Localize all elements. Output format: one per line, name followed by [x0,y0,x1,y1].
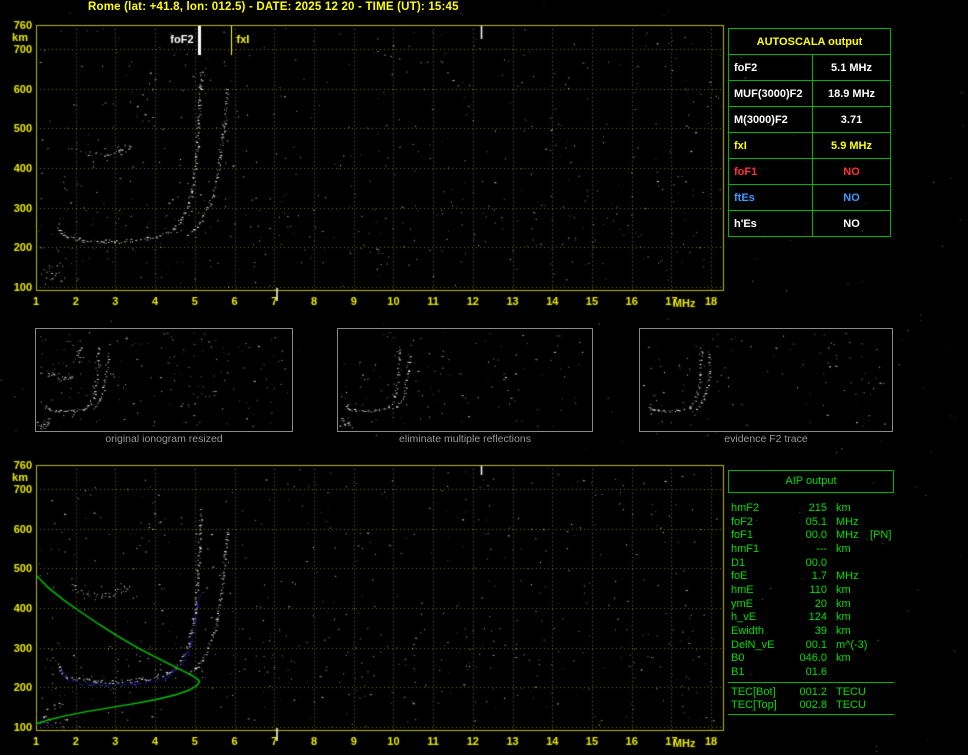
table-row: M(3000)F2 3.71 [728,106,891,133]
aip-row: foF1 00.0 MHz [PN] [731,528,894,542]
aip-tec-section: TEC[Bot] 001.2 TECU TEC[Top] 002.8 TECU [728,681,894,716]
aip-unit: km [836,611,851,624]
thumbnail-caption: eliminate multiple reflections [399,433,531,445]
param-label: ftEs [728,184,813,211]
aip-rows: hmF2 215 km foF2 05.1 MHz foF1 00.0 MHz [PN] hm… [728,501,894,679]
aip-label: B1 [731,666,745,679]
param-label: foF1 [728,158,813,185]
aip-value: 05.1 [805,515,827,528]
bottom-ionogram-chart [0,458,726,755]
aip-unit: km [836,542,851,555]
param-value: 5.1 MHz [812,54,891,81]
aip-row: B1 01.6 [731,665,894,679]
aip-unit: km [836,583,851,596]
param-label: h'Es [728,210,813,237]
aip-label: foE [731,570,748,583]
aip-unit: MHz [836,515,859,528]
aip-label: hmE [731,583,754,596]
aip-note: [PN] [870,529,892,542]
aip-unit: km [836,597,851,610]
aip-unit: m^(-3) [836,638,868,651]
aip-label: h_vE [731,611,757,624]
aip-row: DelN_vE 00.1 m^(-3) [731,638,894,652]
aip-label: TEC[Top] [731,699,777,712]
aip-value: 39 [814,625,827,638]
aip-label: foF1 [731,529,754,542]
top-ionogram-chart [0,18,726,318]
aip-row: h_vE 124 km [731,611,894,625]
aip-value: 00.0 [805,556,827,569]
table-header-row: AUTOSCALA output [728,28,891,55]
aip-label: B0 [731,652,745,665]
autoscala-table-title: AUTOSCALA output [728,28,891,55]
thumbnail-eliminate-reflections [337,328,593,432]
aip-value: 110 [809,583,827,596]
aip-panel-title: AIP output [728,470,894,493]
aip-value: 002.8 [799,699,827,712]
thumbnail-original-ionogram [35,328,293,432]
thumbnail-caption: evidence F2 trace [724,433,808,445]
aip-label: D1 [731,556,746,569]
param-value: 3.71 [812,106,891,133]
aip-value: 001.2 [799,685,827,698]
thumbnail-evidence-f2-trace [639,328,893,432]
aip-unit: TECU [836,685,866,698]
aip-row: foE 1.7 MHz [731,569,894,583]
param-value: 18.9 MHz [812,80,891,107]
aip-label: foF2 [731,515,754,528]
aip-output-panel: AIP output hmF2 215 km foF2 05.1 MHz foF1 00.… [728,470,894,716]
param-value: NO [812,184,891,211]
aip-unit: km [836,625,851,638]
aip-row: hmF2 215 km [731,501,894,515]
param-value: NO [812,158,891,185]
aip-value: 00.0 [805,529,827,542]
table-row: foF2 5.1 MHz [728,54,891,81]
aip-value: 215 [808,501,827,514]
aip-row: ymE 20 km [731,597,894,611]
aip-unit: TECU [836,699,866,712]
aip-unit: MHz [836,570,859,583]
aip-value: 01.6 [805,666,827,679]
aip-row: D1 00.0 [731,556,894,570]
aip-value: 046.0 [799,652,827,665]
param-value: 5.9 MHz [812,132,891,159]
table-row: fxI 5.9 MHz [728,132,891,159]
aip-row: foF2 05.1 MHz [731,515,894,529]
table-row: foF1 NO [728,158,891,185]
param-label: MUF(3000)F2 [728,80,813,107]
aip-value: 20 [814,597,827,610]
aip-value: 00.1 [805,638,827,651]
param-label: foF2 [728,54,813,81]
aip-tec-row: TEC[Bot] 001.2 TECU [731,685,894,699]
aip-label: TEC[Bot] [731,685,776,698]
aip-label: Ewidth [731,625,765,638]
aip-value: --- [816,542,827,555]
param-label: M(3000)F2 [728,106,813,133]
aip-label: hmF1 [731,542,760,555]
aip-row: hmF1 --- km [731,542,894,556]
table-row: h'Es NO [728,210,891,237]
aip-row: B0 046.0 km [731,652,894,666]
param-label: fxI [728,132,813,159]
aip-value: 1.7 [811,570,827,583]
aip-unit: MHz [836,529,859,542]
aip-tec-row: TEC[Top] 002.8 TECU [731,699,894,713]
aip-label: hmF2 [731,501,760,514]
table-row: ftEs NO [728,184,891,211]
aip-unit: km [836,652,851,665]
autoscala-output-table: AUTOSCALA output foF2 5.1 MHz MUF(3000)F… [728,28,891,237]
aip-value: 124 [808,611,827,624]
aip-unit: km [836,501,851,514]
aip-row: hmE 110 km [731,583,894,597]
aip-label: ymE [731,597,753,610]
table-row: MUF(3000)F2 18.9 MHz [728,80,891,107]
param-value: NO [812,210,891,237]
aip-row: Ewidth 39 km [731,624,894,638]
thumbnail-caption: original ionogram resized [105,433,223,445]
aip-label: DelN_vE [731,638,775,651]
